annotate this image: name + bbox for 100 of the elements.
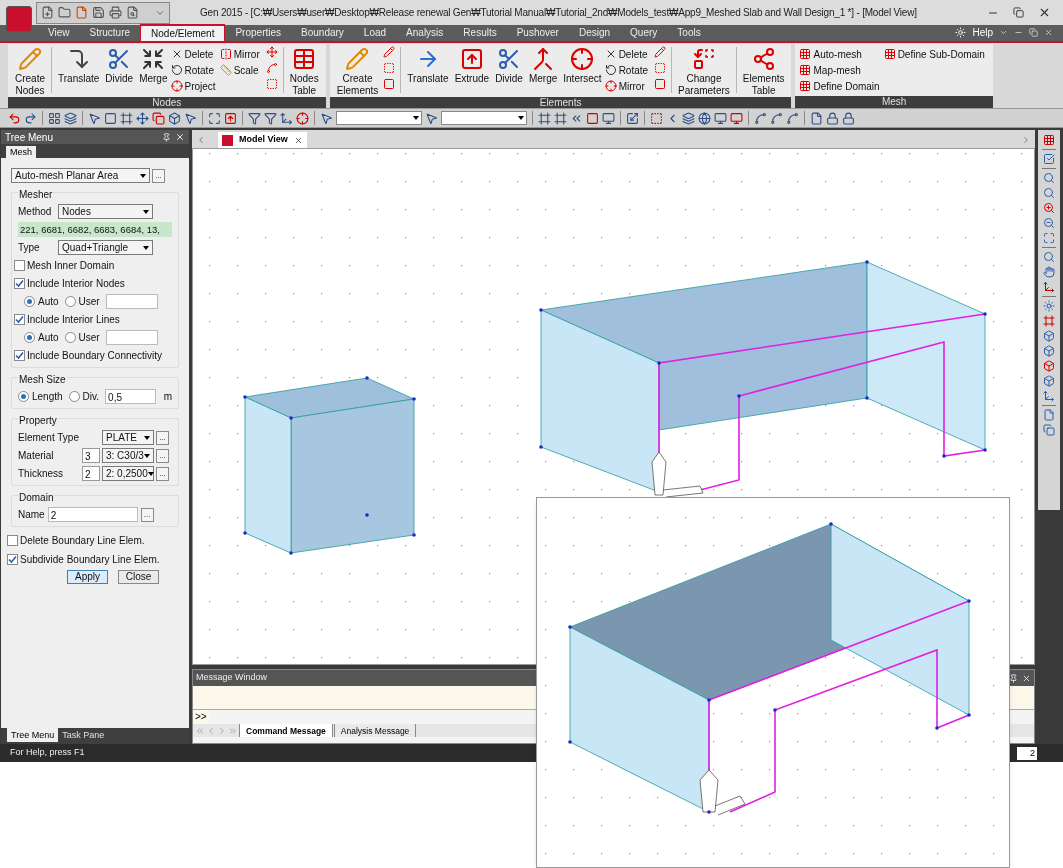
pan-icon[interactable] (1043, 266, 1055, 278)
dialog-button[interactable]: Apply (67, 570, 108, 584)
ribbon-tab[interactable]: Properties (225, 24, 292, 41)
pointer-icon[interactable] (320, 111, 333, 125)
document-icon[interactable] (75, 6, 88, 19)
panel-tab[interactable]: Task Pane (58, 728, 109, 742)
command-prompt[interactable]: >> (193, 710, 209, 724)
move-icon[interactable] (136, 111, 149, 125)
ribbon-button[interactable]: Project (170, 78, 216, 94)
copy-icon[interactable] (152, 111, 165, 125)
number-field[interactable]: 2 (82, 466, 100, 481)
ribbon-button[interactable]: Delete (170, 46, 216, 62)
ribbon-button[interactable]: Intersect (560, 44, 605, 85)
zoom-fit-icon[interactable] (1043, 232, 1055, 244)
dashed-square-icon[interactable] (383, 62, 396, 74)
square-icon[interactable] (383, 78, 396, 90)
zoom-window-icon[interactable] (1043, 172, 1055, 184)
radio-button[interactable] (64, 296, 76, 307)
node-list-field[interactable]: 221, 6681, 6682, 6683, 6684, 13, (18, 222, 172, 237)
help-link[interactable]: Help (972, 25, 993, 40)
lock-icon[interactable] (842, 111, 855, 125)
help-icon[interactable] (955, 27, 967, 38)
toolbar-dropdown[interactable] (441, 111, 527, 125)
node-line-icon[interactable] (754, 111, 767, 125)
ribbon-tab[interactable]: Pushover (506, 24, 569, 41)
layers-icon[interactable] (64, 111, 77, 125)
crosshair-icon[interactable] (296, 111, 309, 125)
monitor-icon[interactable] (714, 111, 727, 125)
ribbon-tab[interactable]: Boundary (291, 24, 354, 41)
browse-button[interactable]: ... (156, 448, 169, 463)
redo-icon[interactable] (24, 111, 37, 125)
close-icon[interactable] (293, 135, 303, 145)
dashed-square-icon[interactable] (650, 111, 663, 125)
document-icon[interactable] (810, 111, 823, 125)
pencil-icon[interactable] (654, 46, 667, 58)
maximize-icon[interactable] (208, 111, 221, 125)
ribbon-tab[interactable]: Results (453, 24, 507, 41)
panel-tab[interactable]: Mesh (6, 146, 36, 158)
ribbon-button[interactable]: Rotate (604, 62, 649, 78)
dropdown[interactable]: Quad+Triangle (58, 240, 153, 255)
dashed-square-icon[interactable] (265, 78, 278, 90)
pin-icon[interactable] (162, 132, 171, 142)
zoom-icon[interactable] (1043, 187, 1055, 199)
number-field[interactable]: 3 (82, 448, 100, 463)
text-field[interactable] (105, 294, 158, 309)
grid-icon[interactable] (1043, 134, 1055, 146)
render-icon[interactable] (1043, 300, 1055, 312)
message-tab[interactable]: Analysis Message (333, 724, 417, 737)
status-field[interactable]: 2 (1017, 746, 1037, 760)
text-field[interactable] (105, 330, 158, 345)
ribbon-button[interactable]: Divide (102, 44, 137, 85)
checkbox[interactable] (7, 535, 18, 546)
rotate-view-icon[interactable] (1043, 281, 1055, 293)
print-preview-icon[interactable] (126, 6, 139, 19)
folder-icon[interactable] (58, 6, 71, 19)
dropdown[interactable]: 3: C30/3 (102, 448, 154, 463)
ribbon-button[interactable]: Change Parameters (675, 44, 733, 97)
ribbon-button[interactable]: Rotate (170, 62, 216, 78)
dialog-button[interactable]: Close (118, 570, 159, 584)
square-icon[interactable] (586, 111, 599, 125)
monitor-icon[interactable] (602, 111, 615, 125)
close-icon[interactable] (1038, 6, 1051, 19)
grid-icon[interactable] (48, 111, 61, 125)
view-tab[interactable]: Model View (218, 132, 307, 148)
ribbon-button[interactable]: Map-mesh (799, 62, 880, 78)
cube-icon[interactable] (1043, 360, 1055, 372)
dropdown[interactable]: Nodes (58, 204, 153, 219)
zoom-icon[interactable] (1043, 251, 1055, 263)
ribbon-button[interactable]: Mirror (219, 46, 260, 62)
ribbon-button[interactable]: Extrude (451, 44, 493, 85)
save-icon[interactable] (92, 6, 105, 19)
axes-icon[interactable] (1043, 390, 1055, 402)
globe-icon[interactable] (698, 111, 711, 125)
pencil-icon[interactable] (383, 46, 396, 58)
cube-icon[interactable] (1043, 345, 1055, 357)
extrude-icon[interactable] (224, 111, 237, 125)
ribbon-tab[interactable]: Query (620, 24, 668, 41)
radio-button[interactable] (64, 332, 76, 343)
dropdown[interactable]: PLATE (102, 430, 154, 445)
ribbon-button[interactable]: Nodes Table (286, 44, 322, 97)
ribbon-button[interactable]: Translate (404, 44, 452, 85)
message-tab[interactable]: Command Message (239, 724, 333, 737)
ribbon-tab[interactable]: Structure (79, 24, 141, 41)
square-icon[interactable] (654, 78, 667, 90)
ribbon-button[interactable]: Delete (604, 46, 649, 62)
browse-button[interactable]: ... (156, 466, 169, 481)
pointer-icon[interactable] (184, 111, 197, 125)
browse-button[interactable]: ... (156, 430, 169, 445)
restore-icon[interactable] (1013, 7, 1024, 18)
printer-icon[interactable] (109, 6, 122, 19)
ribbon-button[interactable]: Elements Table (739, 44, 788, 97)
check-icon[interactable] (1043, 153, 1055, 165)
checkbox[interactable] (14, 260, 25, 271)
undo-icon[interactable] (8, 111, 21, 125)
node-line-icon[interactable] (770, 111, 783, 125)
layers-icon[interactable] (682, 111, 695, 125)
filter-icon[interactable] (264, 111, 277, 125)
monitor-icon[interactable] (730, 111, 743, 125)
node-line-icon[interactable] (786, 111, 799, 125)
box-icon[interactable] (168, 111, 181, 125)
